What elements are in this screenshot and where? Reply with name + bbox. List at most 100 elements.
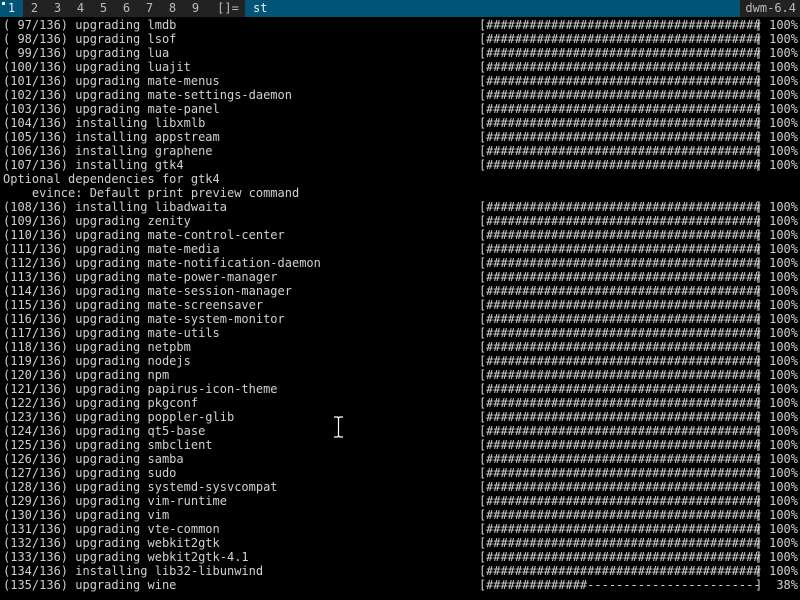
terminal-line: ( 99/136) upgrading lua[################… [0, 46, 800, 60]
terminal-line: (101/136) upgrading mate-menus[#########… [0, 74, 800, 88]
progress-bracket-right: ] [755, 284, 763, 298]
terminal-line: ( 97/136) upgrading lmdb[###############… [0, 18, 800, 32]
tag-label: 6 [122, 1, 131, 15]
status-text[interactable]: dwm-6.4 [740, 0, 800, 17]
tag-label: 2 [30, 1, 39, 15]
line-text: (121/136) upgrading papirus-icon-theme [3, 382, 278, 396]
progress-bar: ###################################### [486, 424, 761, 438]
tag-1[interactable]: 1 [0, 0, 23, 17]
line-text: (103/136) upgrading mate-panel [3, 102, 220, 116]
line-text: (120/136) upgrading npm [3, 368, 170, 382]
line-text: ( 97/136) upgrading lmdb [3, 18, 177, 32]
tag-4[interactable]: 4 [69, 0, 92, 17]
progress-bracket-right: ] [755, 214, 763, 228]
progress-percent: 100% [769, 368, 798, 382]
terminal-line: (123/136) upgrading poppler-glib[#######… [0, 410, 800, 424]
progress-bar: ###################################### [486, 466, 761, 480]
line-text: (131/136) upgrading vte-common [3, 522, 220, 536]
line-text: (129/136) upgrading vim-runtime [3, 494, 227, 508]
progress-bracket-right: ] [755, 326, 763, 340]
progress-bar: ###################################### [486, 102, 761, 116]
tag-3[interactable]: 3 [46, 0, 69, 17]
progress-percent: 100% [769, 158, 798, 172]
progress-percent: 100% [769, 354, 798, 368]
progress-bar: ###################################### [486, 326, 761, 340]
progress-percent: 100% [769, 564, 798, 578]
window-title[interactable]: st [245, 0, 740, 17]
progress-percent: 100% [769, 424, 798, 438]
progress-percent: 100% [769, 298, 798, 312]
progress-percent: 38% [769, 578, 798, 592]
line-text: (115/136) upgrading mate-screensaver [3, 298, 264, 312]
progress-bar: ###################################### [486, 354, 761, 368]
terminal-line: (119/136) upgrading nodejs[#############… [0, 354, 800, 368]
terminal-output[interactable]: ( 97/136) upgrading lmdb[###############… [0, 18, 800, 600]
terminal-line: (127/136) upgrading sudo[###############… [0, 466, 800, 480]
tag-2[interactable]: 2 [23, 0, 46, 17]
progress-bar: ###################################### [486, 256, 761, 270]
tag-7[interactable]: 7 [138, 0, 161, 17]
progress-bar: ###################################### [486, 410, 761, 424]
progress-bracket-right: ] [755, 158, 763, 172]
progress-bar: ###################################### [486, 270, 761, 284]
progress-bracket-right: ] [755, 18, 763, 32]
tag-list: 1 2 3 4 5 6 7 8 9 [0, 0, 207, 17]
progress-percent: 100% [769, 32, 798, 46]
progress-percent: 100% [769, 382, 798, 396]
terminal-line: (130/136) upgrading vim[################… [0, 508, 800, 522]
line-text: ( 99/136) upgrading lua [3, 46, 170, 60]
progress-percent: 100% [769, 550, 798, 564]
progress-percent: 100% [769, 396, 798, 410]
progress-bar: ###################################### [486, 564, 761, 578]
terminal-line: (115/136) upgrading mate-screensaver[###… [0, 298, 800, 312]
progress-bar: ###################################### [486, 158, 761, 172]
progress-percent: 100% [769, 88, 798, 102]
tag-label: 9 [191, 1, 200, 15]
tag-5[interactable]: 5 [92, 0, 115, 17]
progress-bracket-right: ] [755, 130, 763, 144]
progress-bar: ###################################### [486, 214, 761, 228]
occupied-indicator-icon [2, 2, 5, 5]
tag-9[interactable]: 9 [184, 0, 207, 17]
progress-bar: ###################################### [486, 116, 761, 130]
progress-bar: ###################################### [486, 130, 761, 144]
tag-label: 3 [53, 1, 62, 15]
line-text: (101/136) upgrading mate-menus [3, 74, 220, 88]
progress-bracket-right: ] [755, 494, 763, 508]
line-text: evince: Default print preview command [3, 186, 300, 200]
terminal-line: (122/136) upgrading pkgconf[############… [0, 396, 800, 410]
line-text: (125/136) upgrading smbclient [3, 438, 213, 452]
tag-6[interactable]: 6 [115, 0, 138, 17]
terminal-line: (120/136) upgrading npm[################… [0, 368, 800, 382]
terminal-line: (126/136) upgrading samba[##############… [0, 452, 800, 466]
line-text: (133/136) upgrading webkit2gtk-4.1 [3, 550, 249, 564]
terminal-line: (111/136) upgrading mate-media[#########… [0, 242, 800, 256]
progress-bracket-right: ] [755, 382, 763, 396]
progress-bracket-right: ] [755, 480, 763, 494]
progress-percent: 100% [769, 312, 798, 326]
layout-symbol[interactable]: []= [207, 0, 245, 17]
progress-percent: 100% [769, 284, 798, 298]
progress-percent: 100% [769, 466, 798, 480]
progress-percent: 100% [769, 452, 798, 466]
progress-percent: 100% [769, 214, 798, 228]
terminal-line: (113/136) upgrading mate-power-manager[#… [0, 270, 800, 284]
progress-percent: 100% [769, 74, 798, 88]
terminal-line: (110/136) upgrading mate-control-center[… [0, 228, 800, 242]
tag-8[interactable]: 8 [161, 0, 184, 17]
terminal-line: (129/136) upgrading vim-runtime[########… [0, 494, 800, 508]
terminal-line: (118/136) upgrading netpbm[#############… [0, 340, 800, 354]
progress-bar: ###################################### [486, 18, 761, 32]
tag-label: 7 [145, 1, 154, 15]
terminal-line: (102/136) upgrading mate-settings-daemon… [0, 88, 800, 102]
progress-percent: 100% [769, 410, 798, 424]
tag-label: 4 [76, 1, 85, 15]
progress-bar: ###################################### [486, 438, 761, 452]
progress-bar: ###################################### [486, 368, 761, 382]
line-text: (118/136) upgrading netpbm [3, 340, 191, 354]
terminal-line: (104/136) installing libxmlb[###########… [0, 116, 800, 130]
progress-bar: ###################################### [486, 284, 761, 298]
terminal-line: (132/136) upgrading webkit2gtk[#########… [0, 536, 800, 550]
progress-bracket-right: ] [755, 522, 763, 536]
terminal-line: ( 98/136) upgrading lsof[###############… [0, 32, 800, 46]
